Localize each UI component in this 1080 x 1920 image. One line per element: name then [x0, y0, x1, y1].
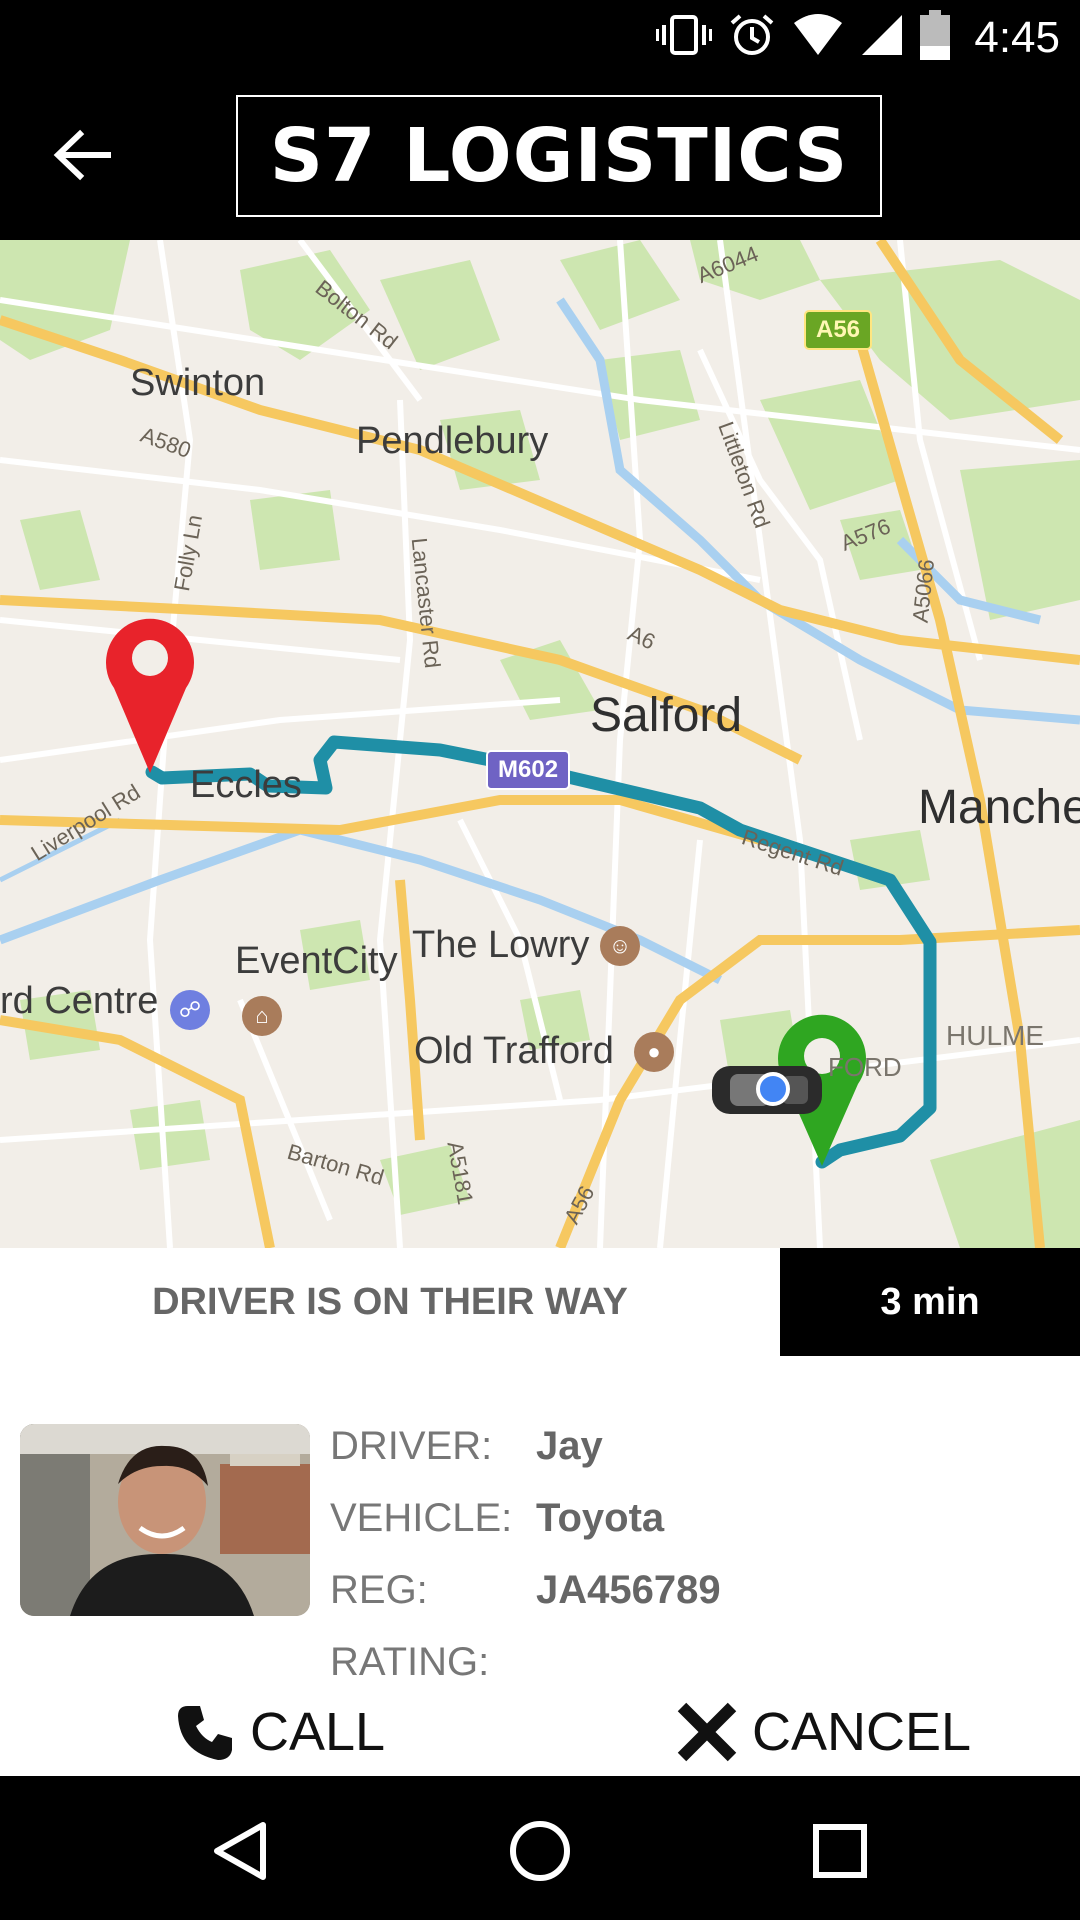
status-bar: 4:45	[0, 0, 1080, 75]
driver-location-dot	[756, 1072, 790, 1106]
route-map[interactable]: Swinton Pendlebury Salford Eccles Manche…	[0, 240, 1080, 1248]
landmark-icon[interactable]: ⌂	[242, 996, 282, 1036]
map-label-salford: Salford	[590, 689, 743, 742]
driver-label: DRIVER:	[330, 1423, 493, 1468]
battery-icon	[920, 10, 951, 65]
call-label: CALL	[250, 1702, 386, 1762]
map-label-old-trafford: Old Trafford	[414, 1030, 614, 1072]
driver-row: DRIVER: Jay	[330, 1416, 603, 1476]
map-label-swinton: Swinton	[130, 362, 266, 404]
status-icons: 4:45	[656, 10, 1060, 65]
destination-pin	[106, 618, 194, 773]
app-title: S7 LOGISTICS	[269, 113, 849, 199]
app-bar: S7 LOGISTICS	[0, 75, 1080, 240]
map-label-lowry: The Lowry	[412, 924, 590, 966]
stadium-icon[interactable]: ●	[634, 1032, 674, 1072]
app-logo: S7 LOGISTICS	[236, 95, 882, 217]
eta-badge: 3 min	[780, 1248, 1080, 1356]
rating-label: RATING:	[330, 1639, 490, 1684]
reg-row: REG: JA456789	[330, 1560, 721, 1620]
map-label-manchester: Manche	[918, 781, 1080, 834]
driver-avatar	[20, 1424, 310, 1616]
map-label-hulme: HULME	[946, 1020, 1045, 1051]
signal-icon	[860, 13, 904, 62]
call-button[interactable]: CALL	[176, 1688, 385, 1776]
alarm-icon	[728, 11, 776, 64]
wifi-icon	[792, 13, 844, 62]
vibrate-icon	[656, 11, 713, 64]
road-shield-m602: M602	[486, 750, 571, 790]
trip-status-message: DRIVER IS ON THEIR WAY	[152, 1280, 628, 1323]
map-label-trafford-centre: rd Centre	[0, 980, 159, 1022]
map-label-ford: FORD	[828, 1052, 902, 1082]
map-label-eccles: Eccles	[190, 764, 302, 806]
theatre-icon[interactable]: ☺	[600, 926, 640, 966]
cancel-button[interactable]: CANCEL	[676, 1688, 971, 1776]
reg-value: JA456789	[536, 1567, 721, 1612]
arrow-left-icon	[53, 129, 111, 181]
nav-home-button[interactable]	[495, 1806, 585, 1896]
vehicle-value: Toyota	[536, 1495, 665, 1540]
home-circle-icon	[510, 1821, 570, 1881]
vehicle-row: VEHICLE: Toyota	[330, 1488, 664, 1548]
driver-name: Jay	[536, 1423, 603, 1468]
nav-back-button[interactable]	[196, 1806, 286, 1896]
phone-icon	[178, 1706, 232, 1760]
nav-recents-button[interactable]	[795, 1806, 885, 1896]
back-triangle-icon	[214, 1822, 266, 1880]
map-label-eventcity: EventCity	[235, 940, 398, 982]
system-nav-bar	[0, 1776, 1080, 1920]
map-label-pendlebury: Pendlebury	[356, 420, 549, 462]
cancel-label: CANCEL	[752, 1702, 972, 1762]
shopping-bag-icon[interactable]: ☍	[170, 990, 210, 1030]
status-time: 4:45	[974, 12, 1060, 62]
road-shield-a56: A56	[804, 310, 873, 350]
trip-status-bar: DRIVER IS ON THEIR WAY 3 min	[0, 1248, 1080, 1356]
vehicle-label: VEHICLE:	[330, 1495, 513, 1540]
reg-label: REG:	[330, 1567, 428, 1612]
recents-square-icon	[813, 1824, 867, 1878]
back-button[interactable]	[46, 120, 126, 190]
close-icon	[677, 1702, 737, 1762]
rating-row: RATING:	[330, 1632, 536, 1692]
